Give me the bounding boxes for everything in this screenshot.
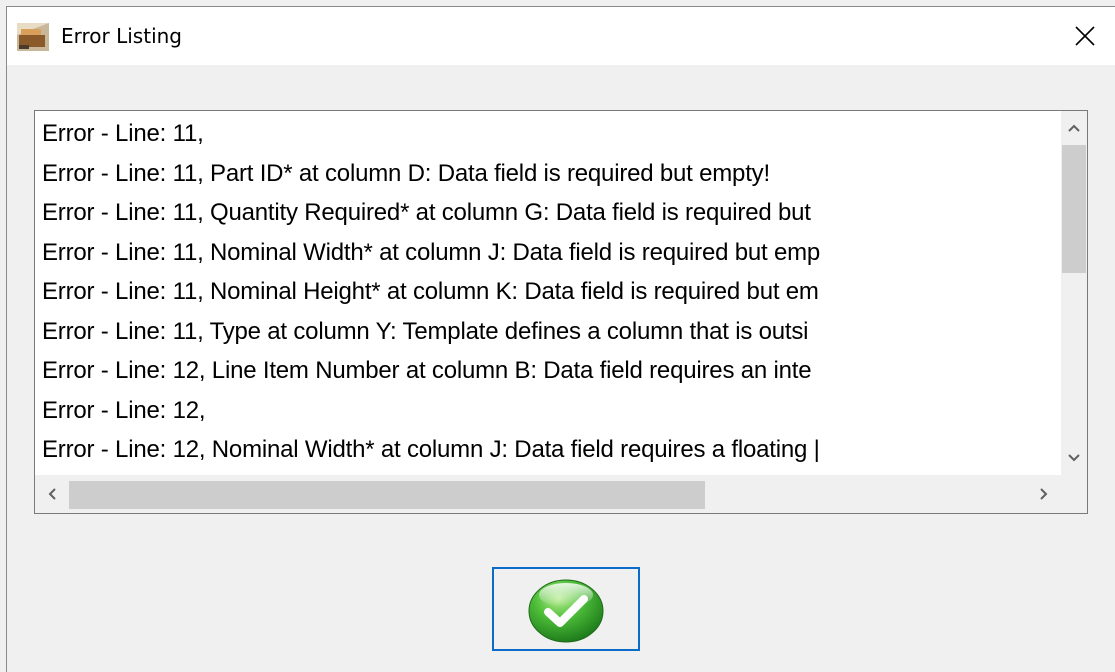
close-button[interactable] xyxy=(1055,7,1115,65)
scroll-right-button[interactable] xyxy=(1027,475,1061,513)
list-item[interactable]: Error - Line: 12, Line Item Number at co… xyxy=(42,351,1062,391)
chevron-right-icon xyxy=(1040,488,1048,500)
chevron-left-icon xyxy=(48,488,56,500)
window-border-left xyxy=(6,6,7,672)
list-item[interactable]: Error - Line: 11, Nominal Width* at colu… xyxy=(42,233,1062,273)
list-item[interactable]: Error - Line: 11, Nominal Height* at col… xyxy=(42,272,1062,312)
chevron-up-icon xyxy=(1068,124,1080,132)
ok-button[interactable] xyxy=(492,567,640,651)
scroll-up-button[interactable] xyxy=(1061,111,1087,145)
chevron-down-icon xyxy=(1068,454,1080,462)
error-lines: Error - Line: 11, Error - Line: 11, Part… xyxy=(42,114,1062,469)
error-listing-dialog: Error Listing Error - Line: 11, Error - … xyxy=(0,0,1115,672)
list-item[interactable]: Error - Line: 12, xyxy=(42,391,1062,431)
list-item[interactable]: Error - Line: 11, Quantity Required* at … xyxy=(42,193,1062,233)
horizontal-scrollbar[interactable] xyxy=(35,475,1061,513)
scrollbar-corner xyxy=(1061,475,1087,513)
horizontal-scroll-thumb[interactable] xyxy=(69,481,705,509)
close-icon xyxy=(1075,26,1095,46)
window-title: Error Listing xyxy=(61,24,182,48)
vertical-scroll-thumb[interactable] xyxy=(1062,145,1086,273)
list-item[interactable]: Error - Line: 11, Part ID* at column D: … xyxy=(42,154,1062,194)
vertical-scrollbar[interactable] xyxy=(1061,111,1087,475)
list-item[interactable]: Error - Line: 11, Type at column Y: Temp… xyxy=(42,312,1062,352)
list-item[interactable]: Error - Line: 11, xyxy=(42,114,1062,154)
scroll-left-button[interactable] xyxy=(35,475,69,513)
app-icon xyxy=(17,23,49,51)
title-bar[interactable]: Error Listing xyxy=(7,7,1115,65)
green-checkmark-icon xyxy=(528,579,604,643)
error-list[interactable]: Error - Line: 11, Error - Line: 11, Part… xyxy=(34,110,1088,514)
list-item[interactable]: Error - Line: 12, Nominal Width* at colu… xyxy=(42,430,1062,469)
scroll-down-button[interactable] xyxy=(1061,441,1087,475)
